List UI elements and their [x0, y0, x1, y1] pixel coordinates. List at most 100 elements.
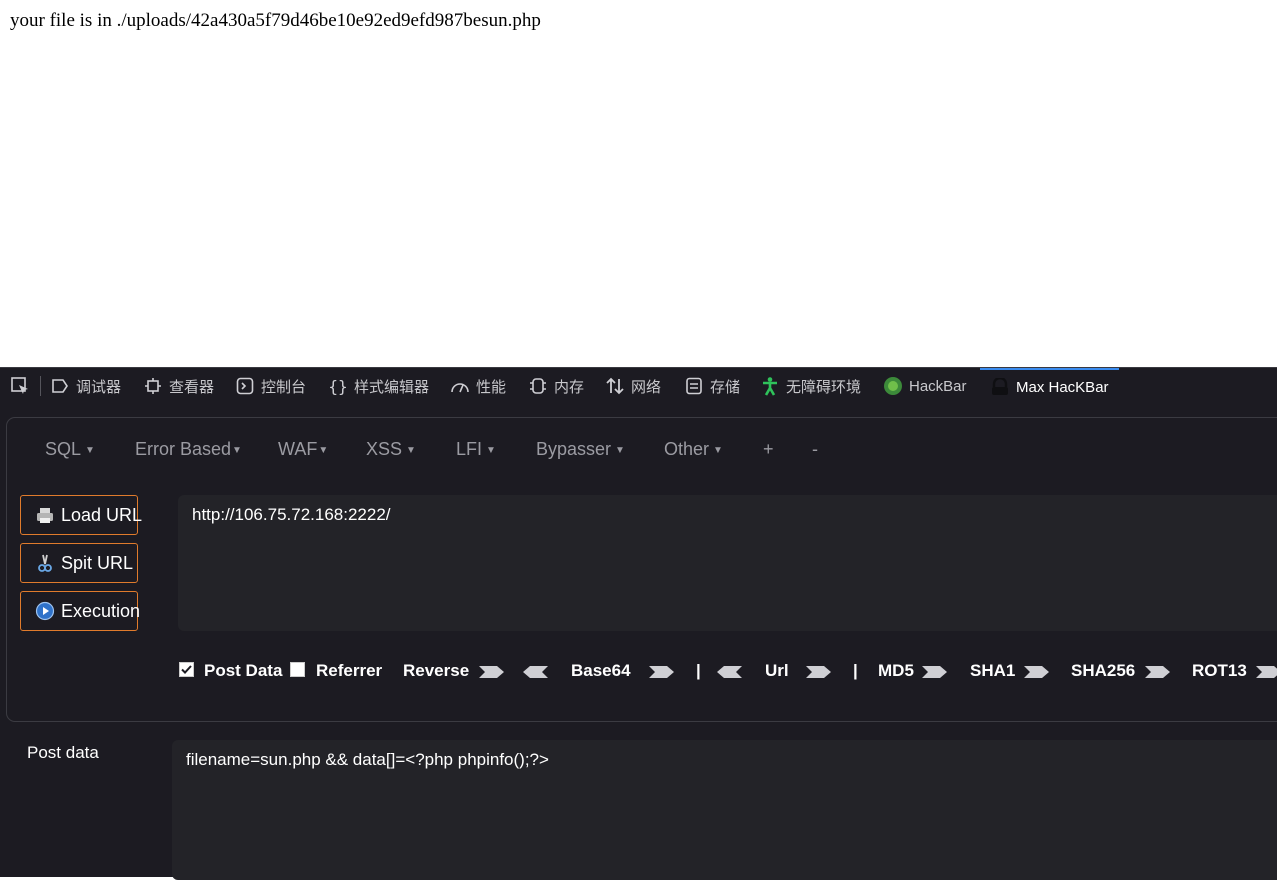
menu-label: SQL [45, 439, 82, 459]
menu-add[interactable]: + [763, 439, 774, 460]
play-icon [35, 601, 55, 621]
encode-arrow-right-icon[interactable] [804, 665, 832, 679]
base64-label: Base64 [571, 661, 631, 680]
chevron-down-icon: ▼ [615, 445, 625, 456]
tab-label: 内存 [554, 378, 585, 396]
tab-label: 性能 [476, 378, 507, 396]
menu-remove[interactable]: - [812, 439, 818, 460]
referrer-checkbox[interactable] [290, 662, 305, 677]
post-data-value: filename=sun.php && data[]=<?php phpinfo… [186, 750, 549, 769]
post-data-label: Post data [27, 743, 99, 762]
element-picker-icon[interactable] [8, 374, 32, 398]
menu-label: Error Based [135, 439, 232, 459]
menu-label: WAF [278, 439, 318, 459]
url-input[interactable]: http://106.75.72.168:2222/ [178, 495, 1277, 631]
tab-accessibility[interactable]: 无障碍环境 [760, 368, 861, 404]
tab-network[interactable]: 网络 [605, 368, 661, 404]
tab-style-editor[interactable]: {} 样式编辑器 [328, 368, 429, 404]
encode-arrow-right-icon[interactable] [1143, 665, 1171, 679]
tab-label: 控制台 [261, 378, 307, 396]
menu-other[interactable]: Other ▼ [664, 439, 723, 460]
rot13-label: ROT13 [1192, 661, 1247, 680]
memory-icon [528, 376, 548, 396]
chevron-down-icon: ▼ [318, 445, 329, 456]
split-url-button[interactable]: Spit URL [20, 543, 138, 583]
encode-arrow-right-icon[interactable] [1254, 665, 1277, 679]
decode-arrow-left-icon[interactable] [716, 665, 744, 679]
menu-label: Other [664, 439, 710, 459]
style-editor-icon: {} [328, 376, 348, 396]
option-divider: | [853, 661, 858, 680]
debugger-icon [50, 376, 70, 396]
tab-hackbar[interactable]: HackBar [883, 368, 967, 404]
devtools-panel: 调试器 查看器 控制台 {} 样式编辑器 性能 内存 网络 存储 无障碍环境 H… [0, 367, 1277, 880]
devtools-toolbar: 调试器 查看器 控制台 {} 样式编辑器 性能 内存 网络 存储 无障碍环境 H… [0, 367, 1277, 404]
checkmark-icon [181, 665, 192, 674]
tab-label: 存储 [710, 378, 741, 396]
menu-error-based[interactable]: Error Based▼ [135, 439, 242, 460]
md5-label: MD5 [878, 661, 914, 680]
tab-label: 网络 [631, 378, 662, 396]
tab-debugger[interactable]: 调试器 [50, 368, 121, 404]
encode-arrow-right-icon[interactable] [647, 665, 675, 679]
storage-icon [684, 376, 704, 396]
tab-label: 样式编辑器 [354, 378, 430, 396]
referrer-option[interactable]: Referrer [316, 661, 382, 681]
menu-lfi[interactable]: LFI ▼ [456, 439, 496, 460]
tab-label: 调试器 [76, 378, 122, 396]
tab-memory[interactable]: 内存 [528, 368, 584, 404]
toolbar-divider [40, 376, 41, 396]
accessibility-icon [760, 376, 780, 396]
menu-xss[interactable]: XSS ▼ [366, 439, 416, 460]
tab-label: HackBar [909, 377, 967, 395]
tab-storage[interactable]: 存储 [684, 368, 740, 404]
menu-label: XSS [366, 439, 403, 459]
menu-bypasser[interactable]: Bypasser ▼ [536, 439, 625, 460]
option-divider: | [696, 661, 701, 680]
chevron-down-icon: ▼ [486, 445, 496, 456]
tab-label: Max HacKBar [1016, 378, 1109, 396]
tab-label: 无障碍环境 [786, 378, 862, 396]
split-url-label: Spit URL [61, 552, 134, 573]
tab-inspector[interactable]: 查看器 [143, 368, 214, 404]
load-url-button[interactable]: Load URL [20, 495, 142, 535]
encode-arrow-right-icon[interactable] [477, 665, 505, 679]
url-encode-label: Url [765, 661, 789, 680]
tab-max-hackbar[interactable]: Max HacKBar [980, 368, 1119, 404]
chevron-down-icon: ▼ [713, 445, 723, 456]
hackbar-icon [883, 376, 903, 396]
chevron-down-icon: ▼ [85, 445, 95, 456]
sha256-label: SHA256 [1071, 661, 1136, 680]
performance-icon [450, 376, 470, 396]
upload-result-message: your file is in ./uploads/42a430a5f79d46… [10, 10, 541, 31]
max-hackbar-icon [990, 377, 1010, 397]
scissors-icon [35, 553, 55, 573]
menu-waf[interactable]: WAF▼ [278, 439, 328, 460]
menu-label: LFI [456, 439, 483, 459]
menu-sql[interactable]: SQL ▼ [45, 439, 95, 460]
tab-console[interactable]: 控制台 [235, 368, 306, 404]
sha1-label: SHA1 [970, 661, 1016, 680]
chevron-down-icon: ▼ [232, 445, 242, 456]
menu-label: Bypasser [536, 439, 612, 459]
post-data-input[interactable]: filename=sun.php && data[]=<?php phpinfo… [172, 740, 1277, 880]
network-icon [605, 376, 625, 396]
load-url-label: Load URL [61, 504, 143, 525]
execution-label: Execution [61, 600, 141, 621]
tab-label: 查看器 [169, 378, 215, 396]
encode-arrow-right-icon[interactable] [1022, 665, 1050, 679]
decode-arrow-left-icon[interactable] [522, 665, 550, 679]
console-icon [235, 376, 255, 396]
url-value: http://106.75.72.168:2222/ [192, 505, 391, 524]
chevron-down-icon: ▼ [406, 445, 416, 456]
post-data-option[interactable]: Post Data [204, 661, 282, 681]
menu-label: - [812, 439, 818, 459]
printer-icon [35, 505, 55, 525]
post-data-checkbox[interactable] [179, 662, 194, 677]
menu-label: + [763, 439, 774, 459]
tab-performance[interactable]: 性能 [450, 368, 506, 404]
encode-arrow-right-icon[interactable] [920, 665, 948, 679]
inspector-icon [143, 376, 163, 396]
reverse-button[interactable]: Reverse [403, 661, 469, 681]
execution-button[interactable]: Execution [20, 591, 141, 631]
